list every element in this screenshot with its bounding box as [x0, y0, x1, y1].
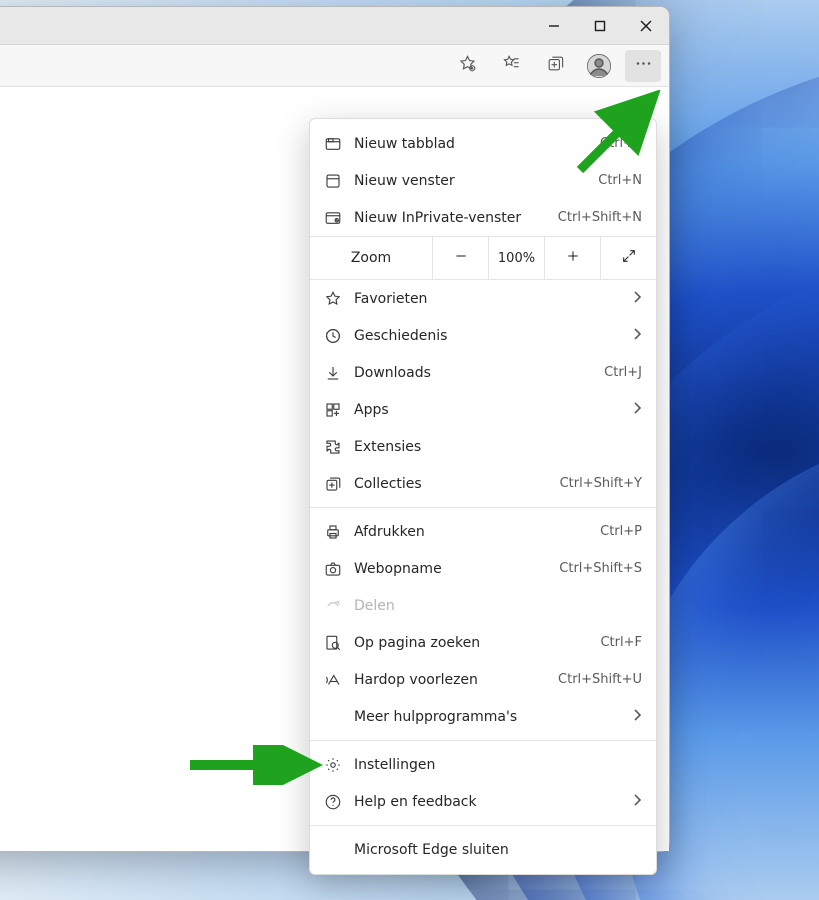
fullscreen-button[interactable]: [600, 237, 656, 279]
plus-icon: [565, 248, 581, 269]
menu-item-webcapture[interactable]: Webopname Ctrl+Shift+S: [310, 550, 656, 587]
menu-item-shortcut: Ctrl+J: [604, 365, 642, 380]
menu-item-print[interactable]: Afdrukken Ctrl+P: [310, 513, 656, 550]
puzzle-icon: [324, 438, 354, 456]
gear-icon: [324, 756, 354, 774]
menu-item-label: Extensies: [354, 439, 642, 455]
star-icon: [324, 290, 354, 308]
add-favorite-button[interactable]: [449, 50, 485, 82]
menu-item-label: Hardop voorlezen: [354, 672, 558, 688]
menu-item-label: Microsoft Edge sluiten: [354, 842, 642, 858]
menu-item-label: Collecties: [354, 476, 560, 492]
help-icon: [324, 793, 354, 811]
read-aloud-icon: [324, 671, 354, 689]
star-plus-icon: [458, 54, 477, 77]
menu-item-label: Nieuw venster: [354, 173, 598, 189]
menu-item-shortcut: Ctrl+T: [600, 136, 642, 151]
overflow-menu: Nieuw tabblad Ctrl+T Nieuw venster Ctrl+…: [309, 118, 657, 875]
menu-item-downloads[interactable]: Downloads Ctrl+J: [310, 354, 656, 391]
fullscreen-icon: [621, 248, 637, 269]
menu-item-label: Delen: [354, 598, 642, 614]
menu-item-share: Delen: [310, 587, 656, 624]
menu-item-shortcut: Ctrl+Shift+N: [558, 210, 642, 225]
history-icon: [324, 327, 354, 345]
menu-item-label: Help en feedback: [354, 794, 624, 810]
chevron-right-icon: [632, 401, 642, 419]
menu-item-label: Downloads: [354, 365, 604, 381]
menu-item-new-tab[interactable]: Nieuw tabblad Ctrl+T: [310, 125, 656, 162]
zoom-value: 100%: [488, 237, 544, 279]
menu-item-label: Nieuw InPrivate-venster: [354, 210, 558, 226]
chevron-right-icon: [632, 327, 642, 345]
menu-item-history[interactable]: Geschiedenis: [310, 317, 656, 354]
menu-item-extensions[interactable]: Extensies: [310, 428, 656, 465]
menu-item-label: Op pagina zoeken: [354, 635, 600, 651]
menu-item-label: Apps: [354, 402, 624, 418]
window-maximize-button[interactable]: [577, 7, 623, 44]
collections-icon: [324, 475, 354, 493]
download-icon: [324, 364, 354, 382]
new-tab-icon: [324, 135, 354, 153]
menu-item-new-inprivate[interactable]: Nieuw InPrivate-venster Ctrl+Shift+N: [310, 199, 656, 236]
menu-item-readaloud[interactable]: Hardop voorlezen Ctrl+Shift+U: [310, 661, 656, 698]
menu-item-label: Meer hulpprogramma's: [354, 709, 624, 725]
menu-item-close-edge[interactable]: Microsoft Edge sluiten: [310, 831, 656, 868]
zoom-label: Zoom: [310, 237, 432, 279]
menu-item-label: Afdrukken: [354, 524, 600, 540]
menu-item-apps[interactable]: Apps: [310, 391, 656, 428]
menu-item-label: Favorieten: [354, 291, 624, 307]
camera-icon: [324, 560, 354, 578]
window-icon: [324, 172, 354, 190]
profile-button[interactable]: [581, 50, 617, 82]
menu-item-shortcut: Ctrl+F: [600, 635, 642, 650]
menu-item-favorites[interactable]: Favorieten: [310, 280, 656, 317]
zoom-in-button[interactable]: [544, 237, 600, 279]
menu-item-label: Instellingen: [354, 757, 642, 773]
menu-zoom-row: Zoom 100%: [310, 236, 656, 280]
inprivate-icon: [324, 209, 354, 227]
menu-item-settings[interactable]: Instellingen: [310, 746, 656, 783]
menu-item-label: Geschiedenis: [354, 328, 624, 344]
chevron-right-icon: [632, 708, 642, 726]
zoom-out-button[interactable]: [432, 237, 488, 279]
star-lines-icon: [502, 54, 521, 77]
share-icon: [324, 597, 354, 615]
window-close-button[interactable]: [623, 7, 669, 44]
menu-item-shortcut: Ctrl+Shift+U: [558, 672, 642, 687]
menu-item-shortcut: Ctrl+Shift+Y: [560, 476, 642, 491]
menu-separator: [310, 507, 656, 508]
menu-item-new-window[interactable]: Nieuw venster Ctrl+N: [310, 162, 656, 199]
chevron-right-icon: [632, 793, 642, 811]
more-menu-button[interactable]: [625, 50, 661, 82]
menu-item-label: Nieuw tabblad: [354, 136, 600, 152]
search-page-icon: [324, 634, 354, 652]
browser-toolbar: [0, 45, 669, 87]
favorites-button[interactable]: [493, 50, 529, 82]
menu-separator: [310, 740, 656, 741]
menu-item-label: Webopname: [354, 561, 559, 577]
menu-item-help[interactable]: Help en feedback: [310, 783, 656, 820]
minus-icon: [453, 248, 469, 269]
window-titlebar: [0, 7, 669, 45]
ellipsis-icon: [634, 54, 653, 77]
menu-item-shortcut: Ctrl+N: [598, 173, 642, 188]
printer-icon: [324, 523, 354, 541]
menu-separator: [310, 825, 656, 826]
menu-item-find[interactable]: Op pagina zoeken Ctrl+F: [310, 624, 656, 661]
apps-icon: [324, 401, 354, 419]
window-minimize-button[interactable]: [531, 7, 577, 44]
menu-item-shortcut: Ctrl+Shift+S: [559, 561, 642, 576]
menu-item-collections[interactable]: Collecties Ctrl+Shift+Y: [310, 465, 656, 502]
chevron-right-icon: [632, 290, 642, 308]
collections-icon: [546, 54, 565, 77]
collections-button[interactable]: [537, 50, 573, 82]
menu-item-moretools[interactable]: Meer hulpprogramma's: [310, 698, 656, 735]
avatar-icon: [587, 54, 611, 78]
menu-item-shortcut: Ctrl+P: [600, 524, 642, 539]
